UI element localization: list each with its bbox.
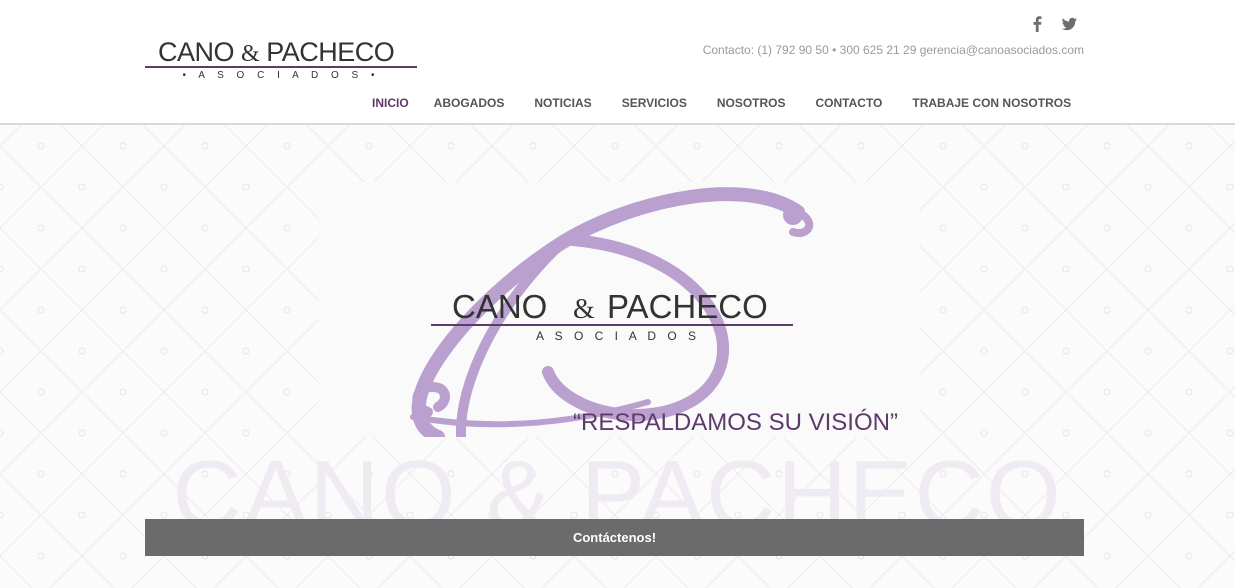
banner-word-pacheco: PACHECO bbox=[607, 288, 768, 325]
site-header: CANO & PACHECO • A S O C I A D O S • Con… bbox=[0, 0, 1235, 126]
site-logo[interactable]: CANO & PACHECO • A S O C I A D O S • bbox=[145, 36, 417, 86]
hero-section: CANO & PACHECO CANO & PACHECO A S O C I … bbox=[0, 125, 1235, 588]
logo-rule bbox=[145, 66, 417, 68]
facebook-icon[interactable] bbox=[1026, 13, 1048, 35]
nav-item-abogados[interactable]: ABOGADOS bbox=[419, 86, 520, 124]
logo-subtitle: • A S O C I A D O S • bbox=[182, 70, 380, 81]
logo-word-pacheco: PACHECO bbox=[266, 37, 395, 67]
banner-slogan: “RESPALDAMOS SU VISIÓN” bbox=[573, 409, 898, 436]
nav-item-inicio[interactable]: INICIO bbox=[362, 86, 419, 126]
banner-word-cano: CANO bbox=[452, 288, 547, 325]
nav-item-servicios[interactable]: SERVICIOS bbox=[607, 86, 702, 124]
logo-wordmark: CANO & PACHECO bbox=[158, 37, 408, 68]
logo-ampersand: & bbox=[241, 41, 260, 67]
nav-item-noticias[interactable]: NOTICIAS bbox=[519, 86, 606, 124]
social-links bbox=[1026, 12, 1080, 36]
banner-ampersand: & bbox=[573, 294, 595, 325]
flourish-dot bbox=[783, 205, 803, 225]
banner-subtitle: A S O C I A D O S bbox=[536, 329, 700, 343]
banner-graphic: CANO & PACHECO A S O C I A D O S “RESPAL… bbox=[410, 187, 898, 467]
twitter-icon[interactable] bbox=[1058, 13, 1080, 35]
contact-cta-button[interactable]: Contáctenos! bbox=[145, 519, 1084, 556]
hero-banner: CANO & PACHECO A S O C I A D O S “RESPAL… bbox=[318, 182, 920, 467]
logo-word-cano: CANO bbox=[158, 37, 235, 67]
nav-item-trabaje-con-nosotros[interactable]: TRABAJE CON NOSOTROS bbox=[897, 86, 1086, 124]
nav-item-nosotros[interactable]: NOSOTROS bbox=[702, 86, 801, 124]
contact-info: Contacto: (1) 792 90 50 • 300 625 21 29 … bbox=[702, 43, 1084, 57]
nav-item-contacto[interactable]: CONTACTO bbox=[801, 86, 898, 124]
main-nav: INICIO ABOGADOS NOTICIAS SERVICIOS NOSOT… bbox=[362, 86, 1086, 126]
